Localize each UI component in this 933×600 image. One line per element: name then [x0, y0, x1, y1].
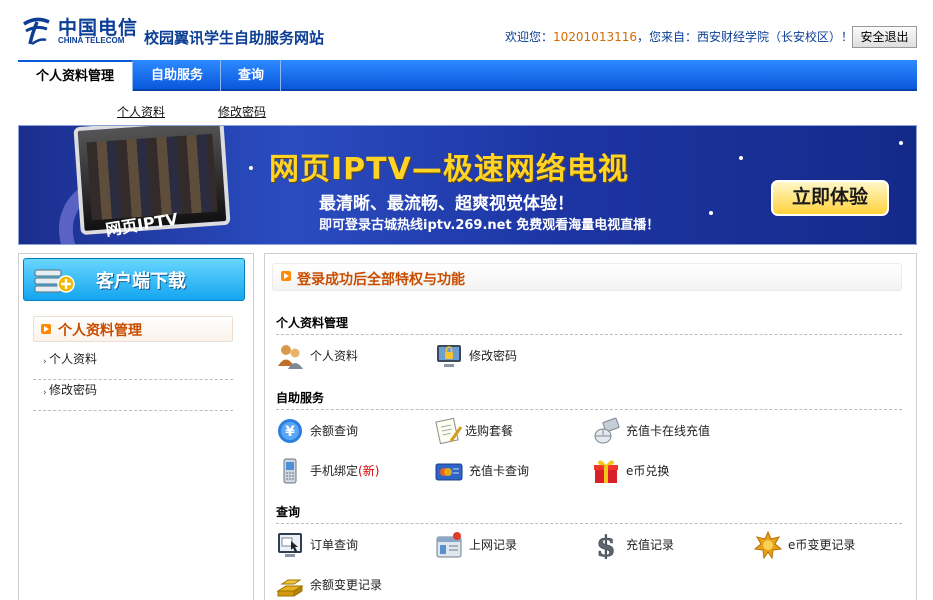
logout-button[interactable]: 安全退出: [852, 26, 917, 48]
feature-recharge-record[interactable]: $ 充值记录: [592, 531, 732, 559]
account-number: 10201013116: [553, 30, 637, 44]
order-monitor-icon: [278, 533, 302, 557]
download-server-icon: [34, 269, 75, 293]
bullet-arrow-icon: [41, 324, 51, 334]
telecom-swirl-icon: [23, 17, 50, 46]
feature-label: 修改密码: [469, 349, 518, 363]
try-now-button[interactable]: 立即体验: [771, 180, 889, 216]
banner-subline-1: 最清晰、最流畅、超爽视觉体验！: [319, 194, 574, 214]
iptv-banner[interactable]: 网页IPTV 网页IPTV—极速网络电视 最清晰、最流畅、超爽视觉体验！ 即可登…: [18, 125, 917, 245]
svg-text:$: $: [596, 531, 615, 559]
features-title: 登录成功后全部特权与功能: [297, 272, 465, 288]
users-icon: [278, 345, 303, 369]
gift-icon: [594, 460, 618, 483]
section-title-query: 查询: [276, 504, 902, 524]
left-section-header: 个人资料管理: [33, 316, 233, 342]
client-download-label: 客户端下载: [96, 271, 186, 292]
section-title-self-service: 自助服务: [276, 390, 902, 410]
coin-star-icon: [754, 531, 782, 559]
feature-label: 余额查询: [310, 424, 359, 438]
site-title: 校园翼讯学生自助服务网站: [144, 29, 325, 47]
main-nav: 个人资料管理 自助服务 查询: [18, 60, 917, 91]
welcome-campus: ，您来自：西安财经学院（长安校区）！: [637, 30, 854, 44]
features-header: 登录成功后全部特权与功能: [272, 263, 902, 291]
left-panel: 客户端下载 个人资料管理 › 个人资料 › 修改密码: [18, 253, 254, 600]
feature-balance-change-record[interactable]: 余额变更记录: [276, 571, 416, 599]
left-link-personal-info[interactable]: › 个人资料: [33, 350, 233, 380]
feature-label: 充值卡查询: [469, 464, 530, 478]
feature-buy-package[interactable]: 选购套餐: [435, 417, 575, 445]
logo-en-text: CHINA TELECOM: [58, 36, 125, 45]
left-link-change-password[interactable]: › 修改密码: [33, 381, 233, 411]
subnav-personal-info[interactable]: 个人资料: [117, 103, 165, 120]
browser-record-icon: [436, 532, 462, 558]
feature-label: 上网记录: [469, 538, 518, 552]
yuan-icon: ¥: [278, 419, 302, 443]
feature-ecoin-exchange[interactable]: e币兑换: [592, 457, 732, 485]
client-download-button[interactable]: 客户端下载: [23, 258, 245, 301]
feature-online-record[interactable]: 上网记录: [435, 531, 575, 559]
chevron-right-icon: ›: [43, 388, 47, 398]
subnav-change-password[interactable]: 修改密码: [218, 103, 266, 120]
banner-headline: 网页IPTV—极速网络电视: [269, 152, 629, 187]
tab-personal-profile[interactable]: 个人资料管理: [18, 60, 133, 91]
bullet-arrow-icon: [281, 271, 291, 281]
welcome-message: 欢迎您：10201013116，您来自：西安财经学院（长安校区）！: [505, 28, 853, 46]
feature-change-password[interactable]: 修改密码: [435, 342, 575, 370]
feature-label: e币变更记录: [788, 538, 856, 552]
svg-text:¥: ¥: [285, 424, 295, 440]
feature-card-query[interactable]: 充值卡查询: [435, 457, 575, 485]
welcome-prefix: 欢迎您：: [505, 30, 554, 44]
monitor-lock-icon: [437, 345, 461, 367]
china-telecom-logo: 中国电信 CHINA TELECOM: [20, 12, 138, 48]
feature-label-text: 手机绑定: [310, 464, 359, 478]
feature-label: 选购套餐: [465, 424, 514, 438]
left-section-title: 个人资料管理: [58, 323, 142, 339]
feature-label: 订单查询: [310, 538, 359, 552]
left-link-label: 修改密码: [49, 383, 98, 397]
feature-label: 余额变更记录: [310, 578, 383, 592]
feature-balance-query[interactable]: ¥ 余额查询: [276, 417, 416, 445]
feature-ecoin-record[interactable]: e币变更记录: [754, 531, 904, 559]
mouse-card-icon: [594, 417, 620, 444]
tab-query[interactable]: 查询: [222, 60, 281, 91]
right-panel: 登录成功后全部特权与功能 个人资料管理 个人资料 修改密码 自助服务 ¥ 余额查…: [264, 253, 917, 600]
feature-label: 充值卡在线充值: [626, 424, 711, 438]
new-badge: (新): [358, 464, 380, 478]
notepad-pen-icon: [435, 417, 463, 445]
feature-label: 充值记录: [626, 538, 675, 552]
card-icon: [435, 463, 463, 481]
feature-label: e币兑换: [626, 464, 670, 478]
chevron-right-icon: ›: [43, 357, 47, 367]
tab-self-service[interactable]: 自助服务: [134, 60, 221, 91]
dollar-icon: $: [596, 531, 616, 559]
banner-subline-2: 即可登录古城热线iptv.269.net 免费观看海量电视直播！: [319, 218, 660, 233]
left-link-label: 个人资料: [49, 352, 98, 366]
feature-personal-info[interactable]: 个人资料: [276, 342, 416, 370]
gold-stack-icon: [276, 579, 304, 597]
feature-label: 手机绑定(新): [310, 463, 379, 479]
feature-label: 个人资料: [310, 349, 359, 363]
feature-card-recharge-online[interactable]: 充值卡在线充值: [592, 417, 742, 445]
feature-phone-binding[interactable]: 手机绑定(新): [276, 457, 416, 485]
feature-order-query[interactable]: 订单查询: [276, 531, 416, 559]
phone-icon: [283, 458, 297, 484]
section-title-profile: 个人资料管理: [276, 315, 902, 335]
